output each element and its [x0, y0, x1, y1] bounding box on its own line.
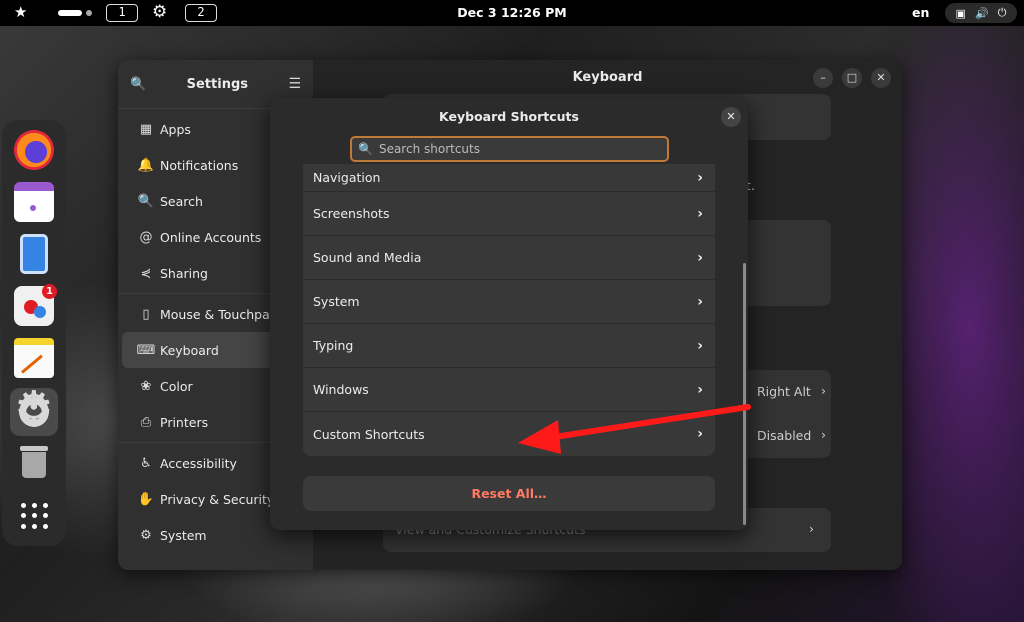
sidebar-item-icon: 🔍: [137, 193, 155, 209]
content-header: Keyboard – □ ✕: [313, 60, 902, 96]
dialog-title: Keyboard Shortcuts: [439, 109, 579, 124]
maximize-button[interactable]: □: [842, 68, 862, 88]
shortcut-category-label: System: [313, 294, 360, 309]
sidebar-item-icon: ⌨: [136, 342, 156, 358]
power-icon: ⏻: [997, 6, 1007, 19]
search-field[interactable]: 🔍: [350, 136, 669, 162]
shortcut-category-row[interactable]: Sound and Media ›: [303, 236, 715, 280]
search-input[interactable]: [378, 142, 661, 156]
workspace-indicator[interactable]: [86, 10, 92, 16]
text-editor-icon[interactable]: [14, 338, 54, 378]
search-icon[interactable]: 🔍: [130, 77, 146, 92]
chevron-right-icon: ›: [697, 426, 703, 442]
gear-icon[interactable]: ⚙: [152, 2, 167, 22]
dock: 1: [2, 120, 66, 546]
contacts-icon[interactable]: [20, 234, 48, 274]
sidebar-item-icon: ⚙: [140, 527, 152, 543]
sidebar-item-label: Search: [160, 193, 203, 209]
sidebar-item-icon: ▦: [139, 121, 153, 137]
star-icon[interactable]: ★: [14, 3, 27, 21]
sidebar-item-icon: ♿: [140, 455, 152, 471]
shortcut-category-row[interactable]: Screenshots ›: [303, 192, 715, 236]
notification-badge: 1: [42, 284, 57, 299]
sidebar-item-icon: ▯: [142, 306, 150, 322]
app-grid-icon[interactable]: [14, 496, 54, 536]
settings-icon[interactable]: [10, 386, 58, 436]
close-button[interactable]: ✕: [871, 68, 891, 88]
shortcut-category-row[interactable]: Typing ›: [303, 324, 715, 368]
sidebar-item-label: Apps: [160, 121, 191, 137]
search-icon: 🔍: [358, 142, 373, 156]
shortcut-category-label: Typing: [313, 338, 354, 353]
language-indicator[interactable]: en: [912, 5, 929, 20]
keyboard-shortcuts-dialog: Keyboard Shortcuts ✕ 🔍 Navigation›Screen…: [270, 98, 748, 530]
chevron-right-icon: ›: [821, 383, 826, 398]
workspace-2-button[interactable]: 2: [185, 4, 217, 22]
system-tray[interactable]: ▣ 🔊 ⏻: [945, 3, 1017, 23]
workspace-1-button[interactable]: 1: [106, 4, 138, 22]
sidebar-title: Settings: [186, 76, 248, 92]
scrollbar[interactable]: [743, 263, 746, 525]
volume-icon: 🔊: [975, 6, 989, 20]
shortcut-category-list: Navigation › Screenshots › Sound and Media › S…: [303, 164, 715, 456]
reset-all-button[interactable]: Reset All…: [303, 476, 715, 511]
sidebar-item-label: Privacy & Security: [160, 491, 275, 507]
shortcut-category-label: Custom Shortcuts: [313, 426, 425, 442]
shortcut-category-label: Navigation: [313, 170, 381, 185]
sidebar-item-label: System: [160, 527, 207, 543]
close-icon[interactable]: ✕: [721, 107, 741, 127]
sidebar-item-label: Keyboard: [160, 342, 219, 358]
chevron-right-icon: ›: [809, 521, 814, 536]
sidebar-item-label: Mouse & Touchpad: [160, 306, 278, 322]
sidebar-item-label: Online Accounts: [160, 229, 262, 245]
chevron-right-icon: ›: [697, 293, 703, 310]
shortcut-category-row[interactable]: System ›: [303, 280, 715, 324]
sidebar-item-label: Printers: [160, 414, 209, 430]
shortcut-category-label: Screenshots: [313, 206, 390, 221]
sidebar-item-icon: ✋: [137, 491, 155, 507]
sidebar-item-icon: @: [139, 229, 153, 245]
trash-icon[interactable]: [20, 444, 48, 478]
chevron-right-icon: ›: [697, 337, 703, 354]
chevron-right-icon: ›: [821, 427, 826, 442]
sidebar-item-icon: ⋞: [140, 265, 152, 281]
gear-icon: [14, 386, 53, 430]
chevron-right-icon: ›: [697, 249, 703, 266]
shortcut-category-row[interactable]: Navigation ›: [303, 164, 715, 192]
sidebar-item-label: Sharing: [160, 265, 208, 281]
firefox-icon[interactable]: [14, 130, 54, 170]
chevron-right-icon: ›: [697, 205, 703, 222]
top-bar: ★ 1 ⚙ 2 Dec 3 12:26 PM en ▣ 🔊 ⏻: [0, 0, 1024, 26]
sidebar-item-label: Color: [160, 378, 193, 394]
compose-key-value: Disabled: [757, 428, 812, 443]
chevron-right-icon: ›: [697, 381, 703, 398]
shortcut-category-label: Sound and Media: [313, 250, 422, 265]
sidebar-item-icon: ⎙: [140, 414, 152, 430]
sidebar-item-label: Notifications: [160, 157, 239, 173]
workspace-indicator-active[interactable]: [58, 10, 82, 16]
sidebar-item-icon: ❀: [140, 378, 152, 394]
minimize-button[interactable]: –: [813, 68, 833, 88]
network-icon: ▣: [955, 6, 966, 20]
chevron-right-icon: ›: [697, 169, 703, 186]
menu-icon[interactable]: ☰: [288, 76, 301, 92]
shortcut-category-row[interactable]: Custom Shortcuts ›: [303, 412, 715, 456]
shortcut-category-row[interactable]: Windows ›: [303, 368, 715, 412]
alternate-characters-value: Right Alt: [757, 384, 811, 399]
calendar-icon[interactable]: [14, 182, 54, 222]
shortcut-category-label: Windows: [313, 382, 369, 397]
sidebar-item-icon: 🔔: [137, 157, 155, 173]
sidebar-item-label: Accessibility: [160, 455, 237, 471]
